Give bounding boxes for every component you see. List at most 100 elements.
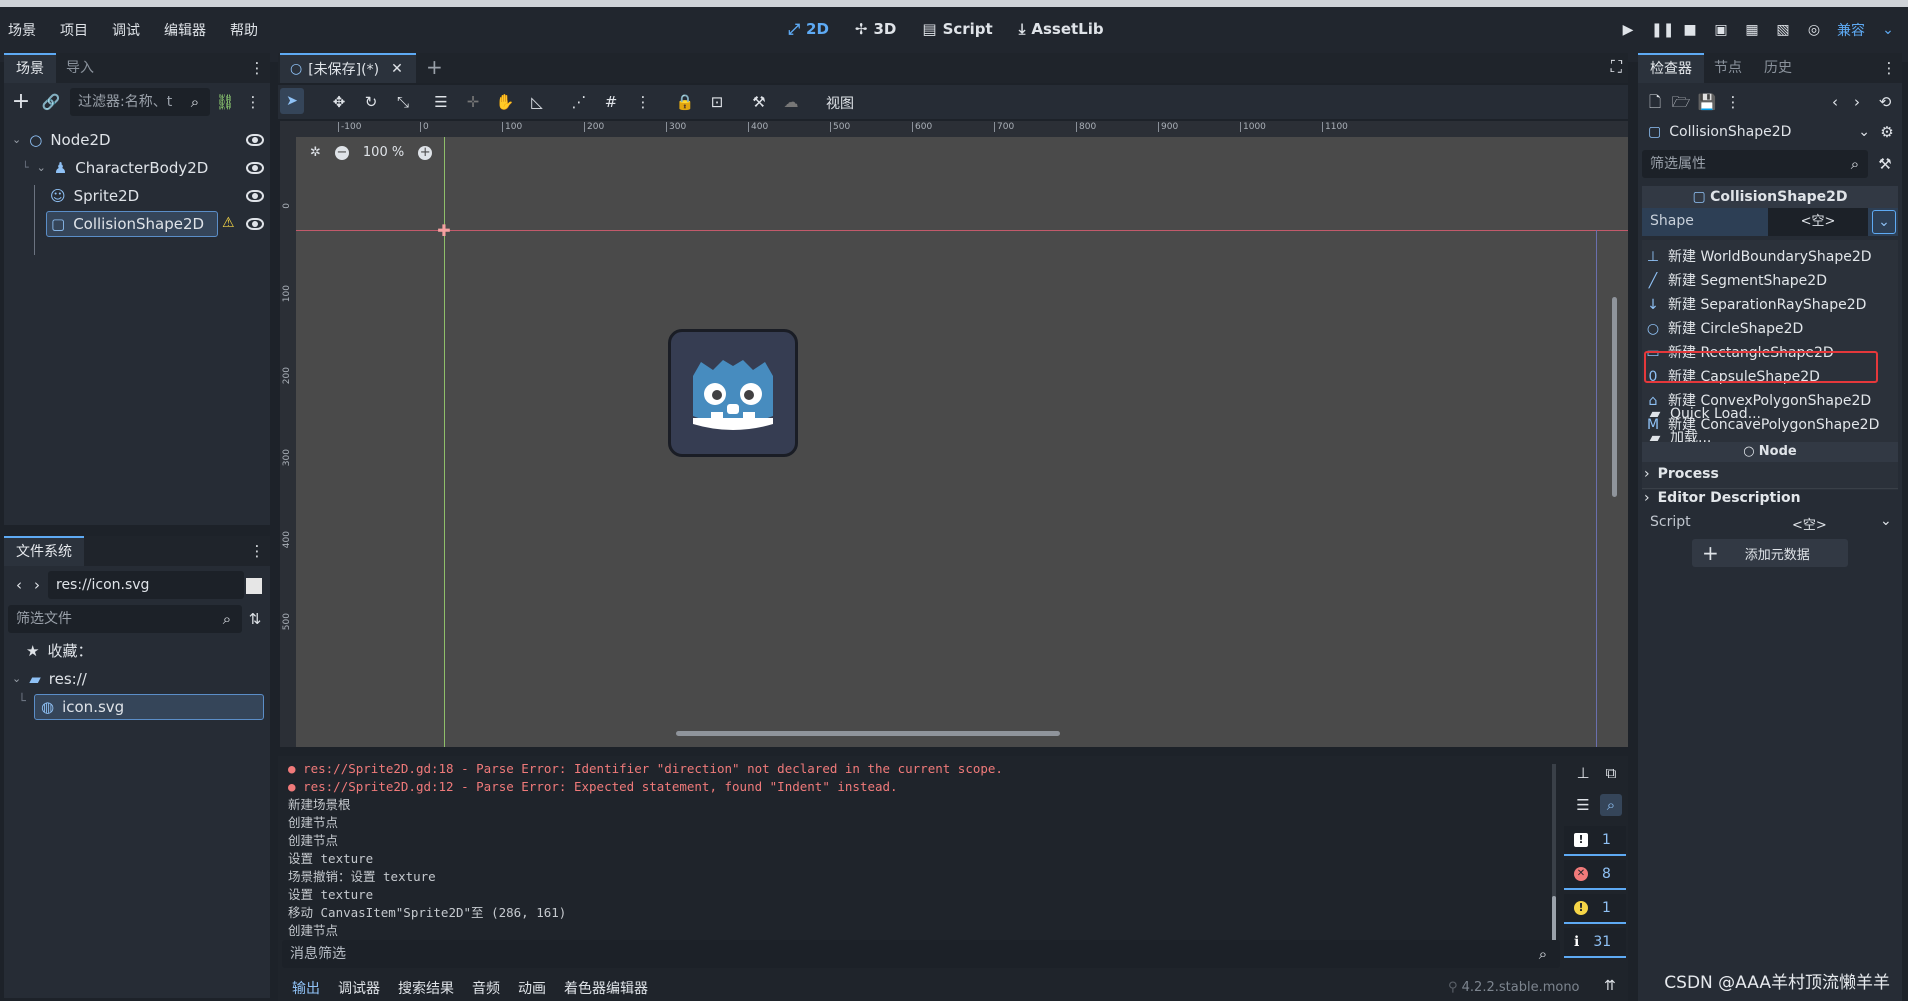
play-scene-icon[interactable]: ▦ — [1744, 22, 1760, 38]
clear-output-icon[interactable]: ⊥ — [1572, 762, 1594, 784]
zoom-in-icon[interactable]: + — [418, 145, 433, 160]
tree-node-node2d[interactable]: ⌄ ○ Node2D — [12, 127, 111, 153]
open-resource-icon[interactable]: 🗁 — [1670, 91, 1692, 113]
list-select-icon[interactable]: ☰ — [430, 91, 452, 113]
instance-scene-icon[interactable]: ⛓ — [214, 91, 236, 113]
shape-value[interactable]: <空> — [1768, 208, 1868, 236]
collapse-arrow-icon[interactable]: ⌄ — [37, 155, 46, 181]
chevron-down-icon[interactable]: ⌄ — [1880, 22, 1896, 38]
visibility-eye-icon[interactable] — [246, 218, 264, 230]
file-row-icon-svg[interactable]: ◍ icon.svg — [34, 694, 264, 720]
history-forward-icon[interactable]: › — [1846, 91, 1868, 113]
tab-filesystem[interactable]: 文件系统 — [4, 536, 84, 566]
play-icon[interactable]: ▶ — [1620, 22, 1636, 38]
group-icon[interactable]: ⊡ — [706, 91, 728, 113]
zoom-out-icon[interactable]: − — [334, 145, 349, 160]
tree-node-collisionshape2d[interactable]: ▢ CollisionShape2D — [46, 211, 218, 237]
save-resource-icon[interactable]: 💾 — [1696, 91, 1718, 113]
visibility-eye-icon[interactable] — [246, 190, 264, 202]
shape-option[interactable]: ↓ 新建 SeparationRayShape2D — [1646, 292, 1866, 318]
filter-warnings-button[interactable]: ! 1 — [1564, 894, 1626, 924]
bottom-tab[interactable]: 音频 — [472, 978, 500, 998]
path-field[interactable]: res://icon.svg — [48, 571, 244, 599]
grid-snap-icon[interactable]: # — [600, 91, 622, 113]
object-selector[interactable]: ▢ CollisionShape2D ⌄ — [1642, 119, 1874, 145]
file-filter-input[interactable]: 筛选文件 — [8, 605, 242, 633]
tab-inspector[interactable]: 检查器 — [1638, 53, 1704, 83]
quick-load-item[interactable]: ▰ Quick Load... — [1648, 401, 1761, 427]
link-icon[interactable]: 🔗 — [40, 91, 62, 113]
renderer-compat-label[interactable]: 兼容 — [1837, 20, 1865, 40]
chevron-down-icon[interactable]: ⌄ — [1880, 513, 1892, 529]
view-menu[interactable]: 视图 — [826, 93, 854, 113]
mode-assetlib-button[interactable]: ⤓ AssetLib — [1019, 20, 1104, 38]
filter-messages-button[interactable]: ! 1 — [1564, 826, 1626, 856]
pause-icon[interactable]: ❚❚ — [1651, 22, 1674, 38]
stop-icon[interactable]: ■ — [1682, 22, 1698, 38]
remote-debug-icon[interactable]: ▣ — [1713, 22, 1729, 38]
add-tab-icon[interactable]: + — [426, 55, 443, 79]
sort-icon[interactable]: ⇅ — [244, 608, 266, 630]
shape-option[interactable]: ⊥ 新建 WorldBoundaryShape2D — [1646, 244, 1872, 270]
new-resource-icon[interactable]: 🗋 — [1644, 91, 1666, 113]
dock-menu-icon[interactable]: ⋮ — [1878, 57, 1900, 79]
vertical-scrollbar[interactable] — [1612, 297, 1617, 497]
collapse-arrow-icon[interactable]: ⌄ — [12, 666, 21, 692]
lock-icon[interactable]: 🔒 — [674, 91, 696, 113]
bottom-tab[interactable]: 调试器 — [338, 978, 380, 998]
resource-menu-icon[interactable]: ⋮ — [1722, 91, 1744, 113]
movie-maker-icon[interactable]: ◎ — [1806, 22, 1822, 38]
tab-scene[interactable]: 场景 — [4, 53, 56, 83]
collapse-icon[interactable]: ☰ — [1572, 794, 1594, 816]
res-root-row[interactable]: ⌄ ▰ res:// — [12, 666, 87, 692]
distraction-free-icon[interactable]: ⛶ — [1611, 57, 1622, 77]
bottom-tab[interactable]: 输出 — [286, 978, 320, 998]
zoom-level[interactable]: 100 % — [363, 145, 404, 160]
filter-search-icon[interactable]: ⌕ — [1600, 794, 1622, 816]
ruler-tool-icon[interactable]: ◺ — [526, 91, 548, 113]
filter-info-button[interactable]: ℹ 31 — [1564, 928, 1626, 958]
add-metadata-button[interactable]: + 添加元数据 — [1692, 539, 1848, 567]
forward-arrow-icon[interactable]: › — [26, 574, 48, 596]
snap-options-icon[interactable]: ⋮ — [632, 91, 654, 113]
close-icon[interactable]: ✕ — [391, 61, 403, 77]
tab-history[interactable]: 历史 — [1752, 53, 1804, 83]
scene-menu-icon[interactable]: ⋮ — [242, 91, 264, 113]
bottom-tab[interactable]: 搜索结果 — [398, 978, 454, 998]
favorites-row[interactable]: ★ 收藏： — [26, 638, 92, 664]
output-scrollbar-track[interactable] — [1552, 764, 1556, 944]
tab-node[interactable]: 节点 — [1702, 53, 1754, 83]
bottom-tab[interactable]: 着色器编辑器 — [564, 978, 648, 998]
copy-icon[interactable]: ⧉ — [1600, 762, 1622, 784]
bone-icon[interactable]: ⚒ — [748, 91, 770, 113]
scene-tab[interactable]: ○ [未保存](*) ✕ — [280, 53, 416, 83]
pan-tool-icon[interactable]: ✋ — [494, 91, 516, 113]
tree-node-sprite2d[interactable]: ☺ Sprite2D — [50, 183, 139, 209]
shape-option[interactable]: ○ 新建 CircleShape2D — [1646, 316, 1803, 342]
add-node-icon[interactable]: + — [10, 91, 32, 113]
skeleton-icon[interactable]: ☁ — [780, 91, 802, 113]
menu-debug[interactable]: 调试 — [112, 20, 140, 40]
chevron-down-icon[interactable]: ⌄ — [1872, 210, 1896, 234]
visibility-eye-icon[interactable] — [246, 162, 264, 174]
mode-script-button[interactable]: ▤ Script — [922, 20, 992, 38]
process-group[interactable]: › Process — [1644, 461, 1719, 487]
tab-import[interactable]: 导入 — [54, 53, 106, 83]
smart-snap-icon[interactable]: ⋰ — [568, 91, 590, 113]
menu-project[interactable]: 项目 — [60, 20, 88, 40]
script-value[interactable]: <空> — [1792, 514, 1827, 533]
bottom-tab[interactable]: 动画 — [518, 978, 546, 998]
split-mode-icon[interactable] — [246, 578, 262, 594]
expand-panel-icon[interactable]: ⇈ — [1604, 978, 1616, 994]
editor-description-group[interactable]: › Editor Description — [1644, 485, 1801, 511]
zoom-reset-icon[interactable]: ✲ — [310, 145, 321, 160]
play-custom-scene-icon[interactable]: ▧ — [1775, 22, 1791, 38]
output-scrollbar-thumb[interactable] — [1552, 896, 1556, 942]
tree-node-characterbody2d[interactable]: └ ⌄ ♟ CharacterBody2D — [22, 155, 208, 181]
rotate-tool-icon[interactable]: ↻ — [360, 91, 382, 113]
pivot-tool-icon[interactable]: ✛ — [462, 91, 484, 113]
select-tool-icon[interactable]: ➤ — [280, 88, 304, 114]
visibility-eye-icon[interactable] — [246, 134, 264, 146]
property-filter-input[interactable]: 筛选属性 — [1642, 150, 1868, 178]
move-tool-icon[interactable]: ✥ — [328, 91, 350, 113]
